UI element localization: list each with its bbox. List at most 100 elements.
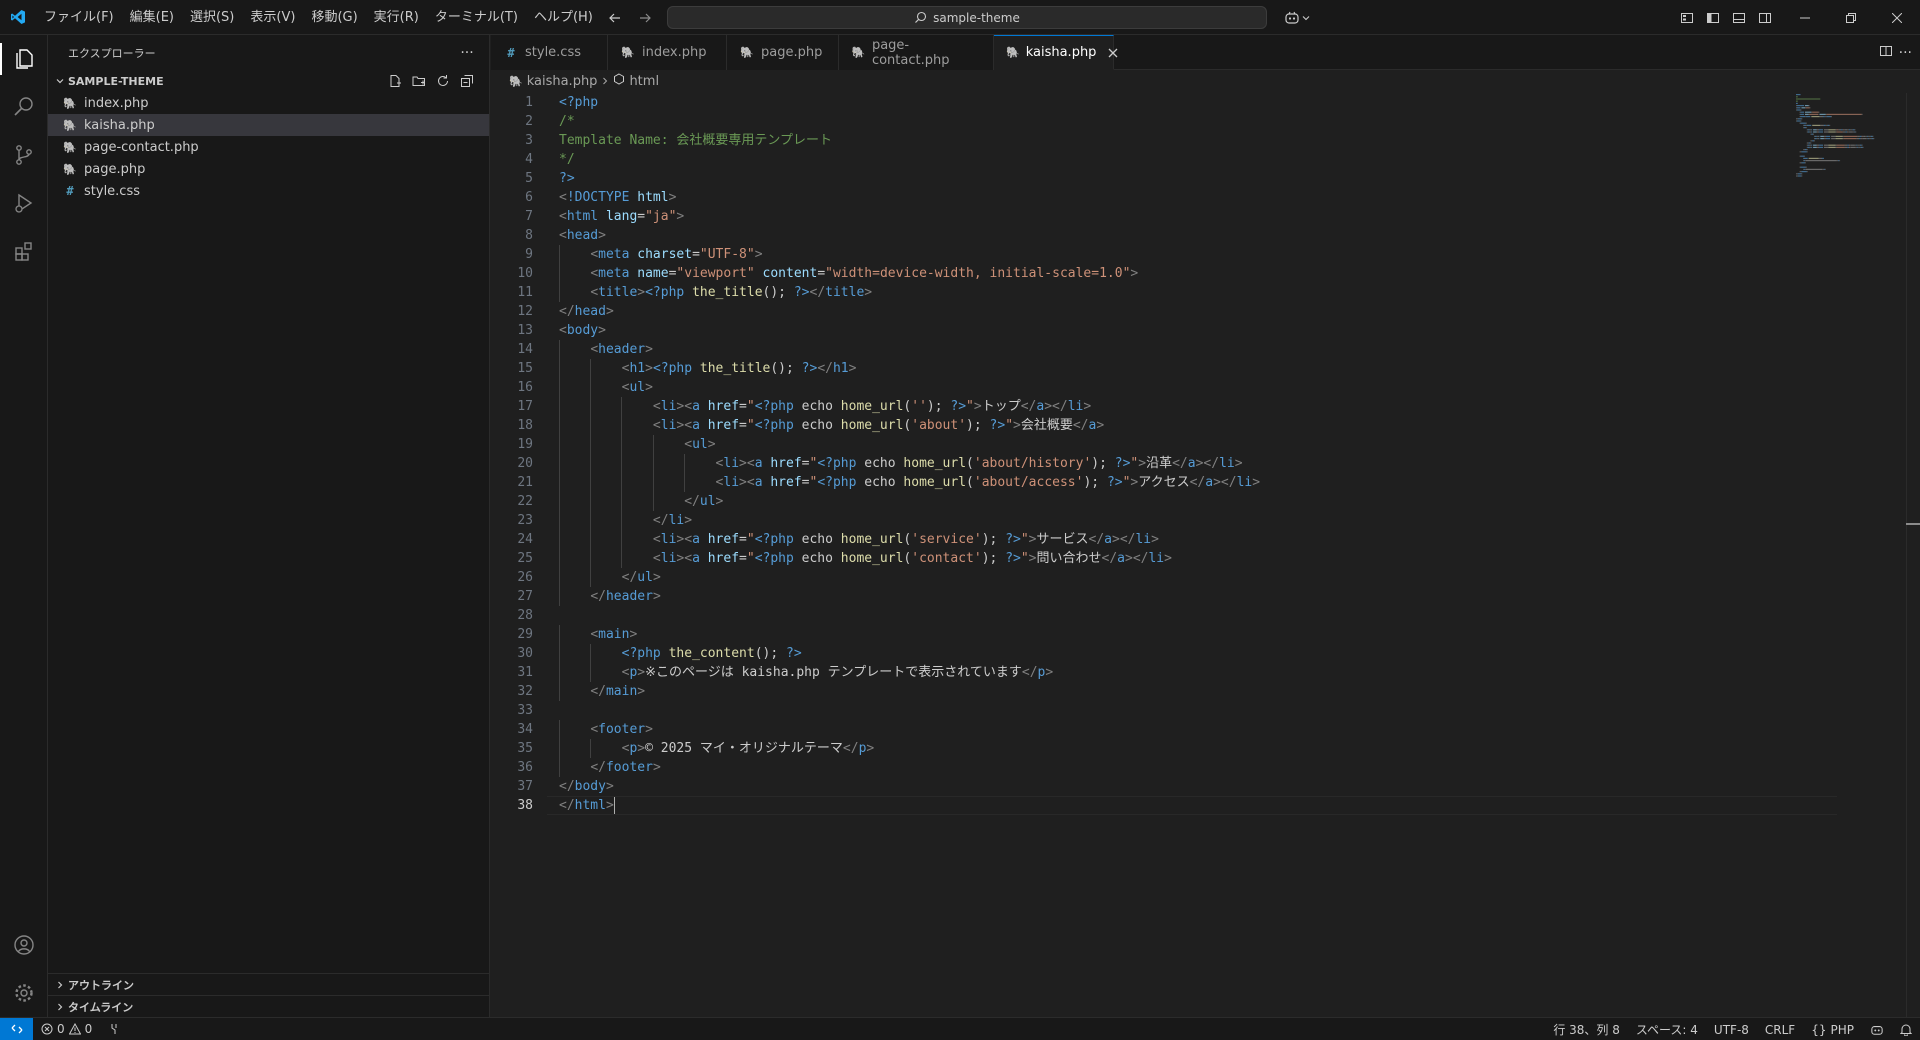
code-line: 29 <main> [491, 625, 1920, 644]
code-token: the_title [692, 285, 763, 300]
copilot-menu-button[interactable] [1280, 6, 1314, 29]
accounts-icon[interactable] [0, 921, 48, 969]
minimap-line [1856, 144, 1858, 146]
indentation[interactable]: スペース: 4 [1628, 1018, 1706, 1040]
toggle-secondary-sidebar-icon[interactable] [1754, 7, 1776, 29]
file-item[interactable]: # style.css [48, 180, 489, 202]
source-control-icon[interactable] [0, 131, 48, 179]
end-of-line[interactable]: CRLF [1757, 1018, 1803, 1040]
copilot-status-icon[interactable] [1862, 1018, 1892, 1040]
code-text: </body> [559, 777, 614, 796]
notifications-bell-icon[interactable] [1892, 1018, 1920, 1040]
code-token: " [746, 418, 755, 433]
minimap-line [1808, 113, 1810, 115]
file-item[interactable]: 🐘 page.php [48, 158, 489, 180]
breadcrumb-file[interactable]: kaisha.php [527, 74, 598, 89]
minimap-line [1800, 166, 1806, 168]
code-token: href [707, 532, 740, 547]
code-editor[interactable]: 1 <?php 2 /* 3 Template Name: 会社概要専用テンプレート 4 */… [491, 93, 1920, 1017]
minimap-line [1823, 146, 1829, 148]
editor-tab[interactable]: # style.css [491, 35, 608, 70]
menu-item[interactable]: ターミナル(T) [427, 0, 526, 35]
toggle-panel-icon[interactable] [1728, 7, 1750, 29]
code-token: ?> [950, 399, 967, 414]
collapse-all-icon[interactable] [457, 71, 477, 91]
minimap[interactable] [1796, 93, 1906, 183]
vertical-scrollbar[interactable] [1906, 93, 1920, 1017]
code-token: ul [637, 570, 653, 585]
code-line: 15 <h1><?php the_title(); ?></h1> [491, 359, 1920, 378]
explorer-icon[interactable] [0, 35, 48, 83]
code-token: </ [1088, 532, 1105, 547]
code-token: li [1067, 399, 1084, 414]
code-token: li [660, 532, 677, 547]
file-item[interactable]: 🐘 index.php [48, 92, 489, 114]
minimap-line [1842, 129, 1844, 131]
manage-gear-icon[interactable] [0, 969, 48, 1017]
encoding[interactable]: UTF-8 [1706, 1018, 1757, 1040]
cursor-position[interactable]: 行 38、列 8 [1545, 1018, 1628, 1040]
language-mode[interactable]: {} PHP [1803, 1018, 1862, 1040]
toggle-primary-sidebar-icon[interactable] [1702, 7, 1724, 29]
minimap-line [1859, 138, 1861, 140]
minimap-line [1850, 146, 1851, 148]
file-item[interactable]: 🐘 kaisha.php [48, 114, 489, 136]
remote-indicator-icon[interactable] [0, 1017, 33, 1040]
vscode-logo-icon[interactable] [0, 0, 35, 35]
more-editor-actions-icon[interactable]: ··· [1899, 45, 1912, 61]
code-text: <ul> [559, 378, 653, 397]
close-tab-icon[interactable] [1108, 45, 1118, 61]
minimap-line [1800, 113, 1805, 115]
close-window-icon[interactable] [1874, 0, 1920, 35]
restore-icon[interactable] [1828, 0, 1874, 35]
extensions-icon[interactable] [0, 227, 48, 275]
new-folder-icon[interactable] [409, 71, 429, 91]
minimap-line [1847, 129, 1850, 131]
menu-item[interactable]: 編集(E) [122, 0, 182, 35]
php-file-icon: 🐘 [63, 140, 77, 154]
ports-icon[interactable] [100, 1018, 128, 1040]
outline-section[interactable]: アウトライン [48, 973, 489, 995]
minimap-line [1841, 129, 1843, 131]
editor-tab[interactable]: 🐘 index.php [608, 35, 727, 70]
code-token: > [668, 190, 677, 205]
menu-item[interactable]: ヘルプ(H) [526, 0, 601, 35]
more-actions-icon[interactable]: ··· [457, 43, 477, 63]
customize-layout-icon[interactable] [1676, 7, 1698, 29]
minimize-icon[interactable] [1782, 0, 1828, 35]
go-back-icon[interactable] [604, 7, 626, 29]
minimap-line [1843, 135, 1858, 137]
search-view-icon[interactable] [0, 83, 48, 131]
go-forward-icon[interactable] [634, 7, 656, 29]
code-token: </ [621, 570, 638, 585]
editor-tab[interactable]: 🐘 page-contact.php [839, 35, 994, 70]
minimap-line [1806, 131, 1808, 133]
file-item[interactable]: 🐘 page-contact.php [48, 136, 489, 158]
line-number: 10 [517, 266, 533, 281]
split-editor-icon[interactable] [1879, 44, 1893, 62]
editor-tab[interactable]: 🐘 page.php [727, 35, 839, 70]
menu-item[interactable]: 表示(V) [242, 0, 303, 35]
refresh-icon[interactable] [433, 71, 453, 91]
command-center-search[interactable]: sample-theme [667, 6, 1267, 29]
code-text: </ul> [559, 492, 723, 511]
run-and-debug-icon[interactable] [0, 179, 48, 227]
editor-tab[interactable]: 🐘 kaisha.php [994, 35, 1118, 70]
code-text: <ul> [559, 435, 715, 454]
timeline-section[interactable]: タイムライン [48, 995, 489, 1017]
menu-item[interactable]: ファイル(F) [36, 0, 122, 35]
menu-item[interactable]: 実行(R) [366, 0, 427, 35]
folder-header[interactable]: SAMPLE-THEME [48, 70, 489, 92]
problems-indicator[interactable]: 0 0 [33, 1018, 100, 1040]
breadcrumb-symbol[interactable]: html [629, 74, 659, 89]
new-file-icon[interactable] [385, 71, 405, 91]
menu-item[interactable]: 移動(G) [303, 0, 365, 35]
code-token: 'service' [911, 532, 982, 547]
menu-item[interactable]: 選択(S) [182, 0, 242, 35]
php-file-icon: 🐘 [63, 118, 77, 132]
